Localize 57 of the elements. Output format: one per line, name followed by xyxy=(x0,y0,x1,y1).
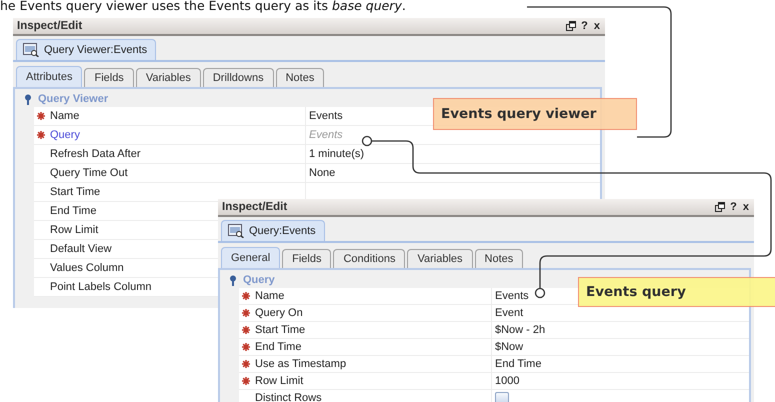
viewer-icon[interactable] xyxy=(228,224,244,238)
window-title: Inspect/Edit xyxy=(17,20,82,32)
callout-label: Events query xyxy=(578,277,775,307)
section-title: Query xyxy=(243,274,275,286)
tab[interactable]: General xyxy=(221,247,280,268)
checkbox[interactable] xyxy=(495,392,509,402)
property-label: Values Column xyxy=(50,262,124,274)
property-value: None xyxy=(309,167,336,179)
property-label: Start Time xyxy=(255,324,306,336)
property-value: $Now - 2h xyxy=(495,324,546,336)
document-tab[interactable]: Query:Events xyxy=(221,220,325,241)
property-value: End Time xyxy=(495,358,542,370)
window-title: Inspect/Edit xyxy=(222,201,288,213)
property-label: Distinct Rows xyxy=(255,392,322,402)
property-value: 1000 xyxy=(495,375,520,387)
property-label: Refresh Data After xyxy=(50,148,140,160)
pin-icon[interactable] xyxy=(24,94,32,104)
property-label: Name xyxy=(255,290,284,302)
tab[interactable]: Fields xyxy=(282,249,332,268)
property-value: $Now xyxy=(495,341,524,353)
help-button[interactable]: ? xyxy=(729,201,738,213)
property-label: Name xyxy=(50,110,80,122)
property-label: Query On xyxy=(255,307,303,319)
pin-icon[interactable] xyxy=(229,274,237,286)
property-label: End Time xyxy=(50,205,96,217)
property-value: Events xyxy=(309,129,343,141)
tab[interactable]: Fields xyxy=(84,68,134,87)
restore-icon[interactable] xyxy=(715,202,726,212)
property-label: Row Limit xyxy=(255,375,304,387)
tab[interactable]: Variables xyxy=(136,68,201,87)
property-value: Events xyxy=(495,290,529,302)
tab[interactable]: Variables xyxy=(407,249,473,268)
tab[interactable]: Conditions xyxy=(333,249,406,268)
property-value: Event xyxy=(495,307,524,319)
property-label: Query Time Out xyxy=(50,167,128,179)
property-value: 1 minute(s) xyxy=(309,148,364,160)
property-label: Point Labels Column xyxy=(50,281,152,293)
property-label[interactable]: Query xyxy=(50,129,80,141)
property-label: Use as Timestamp xyxy=(255,358,346,370)
property-label: Default View xyxy=(50,243,112,255)
close-button[interactable]: x xyxy=(592,20,601,32)
property-label: Start Time xyxy=(50,186,100,198)
tab[interactable]: Notes xyxy=(474,249,524,268)
caption-text: he Events query viewer uses the Events query as its base query. xyxy=(0,0,406,13)
tab[interactable]: Attributes xyxy=(16,66,82,87)
property-label: Row Limit xyxy=(50,224,98,236)
viewer-icon[interactable] xyxy=(23,43,39,57)
help-button[interactable]: ? xyxy=(580,20,589,32)
section-title: Query Viewer xyxy=(38,93,108,105)
tab[interactable]: Drilldowns xyxy=(202,68,274,87)
close-button[interactable]: x xyxy=(742,201,750,213)
property-label: End Time xyxy=(255,341,302,353)
restore-icon[interactable] xyxy=(566,21,576,31)
tab[interactable]: Notes xyxy=(276,68,324,87)
callout-label: Events query viewer xyxy=(433,98,637,130)
property-value: Events xyxy=(309,110,343,122)
document-tab[interactable]: Query Viewer:Events xyxy=(16,39,156,60)
